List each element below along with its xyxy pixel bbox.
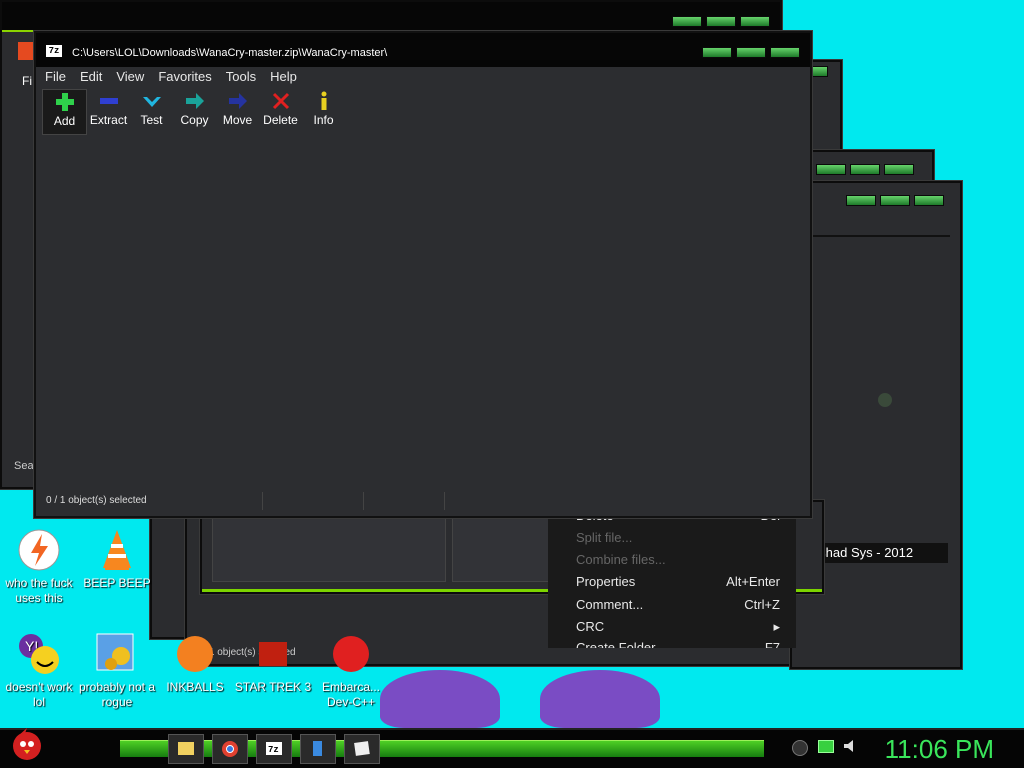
clock[interactable]: 11:06 PM — [885, 734, 994, 765]
lightning-icon — [17, 528, 61, 572]
menu-edit[interactable]: Edit — [73, 67, 109, 87]
tray-display-icon[interactable] — [818, 740, 834, 753]
vlc-cone-icon — [95, 528, 139, 572]
ctx-properties[interactable]: Properties Alt+Enter — [576, 574, 780, 594]
desktop-icon-startrek[interactable]: STAR TREK 3 — [234, 632, 312, 695]
copy-arrow-icon — [173, 89, 216, 113]
desktop-icon-label: INKBALLS — [166, 680, 224, 694]
file-menu-stub[interactable]: Fi — [22, 74, 32, 88]
taskbar-chrome[interactable] — [212, 734, 248, 764]
cursor-icon — [878, 393, 892, 407]
angry-bird-icon — [13, 728, 41, 760]
desktop-icon-gears[interactable]: probably not a rogue — [78, 632, 156, 710]
taskbar: 7z 11:06 PM — [0, 728, 1024, 768]
ctx-comment[interactable]: Comment... Ctrl+Z — [576, 597, 780, 617]
desktop-icon-inkballs[interactable]: INKBALLS — [156, 632, 234, 695]
window-title: C:\Users\LOL\Downloads\WanaCry-master.zi… — [72, 47, 388, 59]
plus-icon — [43, 90, 86, 114]
desktop-icon-vlc[interactable]: BEEP BEEP — [78, 528, 156, 591]
ctx-crc[interactable]: CRC ▸ — [576, 619, 780, 639]
copy-button[interactable]: Copy — [173, 89, 216, 133]
wallpaper-shape-2 — [540, 670, 660, 728]
tray-volume-icon[interactable] — [842, 738, 858, 759]
note-icon — [354, 741, 370, 756]
delete-button[interactable]: Delete — [259, 89, 302, 133]
add-button[interactable]: Add — [42, 89, 87, 135]
desktop-icon-label: BEEP BEEP — [83, 576, 151, 590]
window-controls[interactable] — [702, 47, 800, 58]
ctx-split-file: Split file... — [576, 530, 633, 545]
close-button[interactable] — [770, 47, 800, 58]
taskbar-book[interactable] — [300, 734, 336, 764]
file-list-area[interactable] — [42, 137, 804, 492]
back-window-4: Dilshad Sys - 2012 — [790, 181, 962, 669]
startrek-icon — [251, 632, 295, 676]
title-bar[interactable]: 7z C:\Users\LOL\Downloads\WanaCry-master… — [36, 33, 810, 67]
search-label[interactable]: Sea — [14, 460, 34, 472]
yahoo-messenger-icon: Y! — [17, 632, 61, 676]
check-icon — [130, 89, 173, 113]
menu-favorites[interactable]: Favorites — [151, 67, 218, 87]
status-bar: 0 / 1 object(s) selected — [42, 492, 804, 510]
menu-file[interactable]: File — [38, 67, 73, 87]
taskbar-note[interactable] — [344, 734, 380, 764]
maximize-button[interactable] — [736, 47, 766, 58]
test-button[interactable]: Test — [130, 89, 173, 133]
book-icon — [313, 741, 322, 756]
desktop-icon-lightning[interactable]: who the fuck uses this — [0, 528, 78, 606]
taskbar-explorer[interactable] — [168, 734, 204, 764]
desktop-icon-label: doesn't work lol — [5, 680, 73, 709]
sevenzip-icon: 7z — [46, 45, 62, 57]
tray-network-icon[interactable] — [792, 740, 808, 756]
menu-help[interactable]: Help — [263, 67, 304, 87]
submenu-arrow-icon: ▸ — [773, 619, 780, 634]
extract-button[interactable]: Extract — [87, 89, 130, 133]
info-button[interactable]: Info — [302, 89, 345, 133]
ctx-create-folder[interactable]: Create Folder F7 — [576, 640, 780, 648]
menu-view[interactable]: View — [109, 67, 151, 87]
taskbar-7zip[interactable]: 7z — [256, 734, 292, 764]
x-icon — [259, 89, 302, 113]
7zip-icon: 7z — [266, 742, 282, 755]
desktop-icon-yahoo[interactable]: Y! doesn't work lol — [0, 632, 78, 710]
desktop-icon-label: probably not a rogue — [78, 680, 156, 709]
start-button[interactable] — [10, 726, 44, 762]
svg-text:7z: 7z — [268, 745, 279, 755]
inkball-icon — [173, 632, 217, 676]
move-arrow-icon — [216, 89, 259, 113]
wallpaper-shape — [380, 670, 500, 728]
desktop-icon-label: STAR TREK 3 — [234, 680, 312, 694]
minus-icon — [87, 89, 130, 113]
move-button[interactable]: Move — [216, 89, 259, 133]
toolbar: Add Extract Test Copy Move Delete Info — [42, 89, 345, 135]
desktop-icon-devcpp[interactable]: Embarca... Dev-C++ — [312, 632, 390, 710]
status-selection: 0 / 1 object(s) selected — [42, 492, 263, 510]
devcpp-icon — [329, 632, 373, 676]
minimize-button[interactable] — [702, 47, 732, 58]
desktop-icon-label: Embarca... Dev-C++ — [321, 680, 381, 709]
desktop-icon-label: who the fuck uses this — [5, 576, 73, 605]
menu-bar: File Edit View Favorites Tools Help — [38, 67, 808, 87]
context-menu: DeleteDel Split file... Combine files...… — [548, 508, 796, 648]
menu-tools[interactable]: Tools — [219, 67, 263, 87]
folder-icon — [178, 742, 194, 755]
gears-icon — [95, 632, 139, 676]
chrome-icon — [222, 741, 238, 757]
sevenzip-window: 7z C:\Users\LOL\Downloads\WanaCry-master… — [34, 31, 812, 518]
ctx-combine-files: Combine files... — [576, 552, 666, 567]
info-icon — [302, 89, 345, 113]
